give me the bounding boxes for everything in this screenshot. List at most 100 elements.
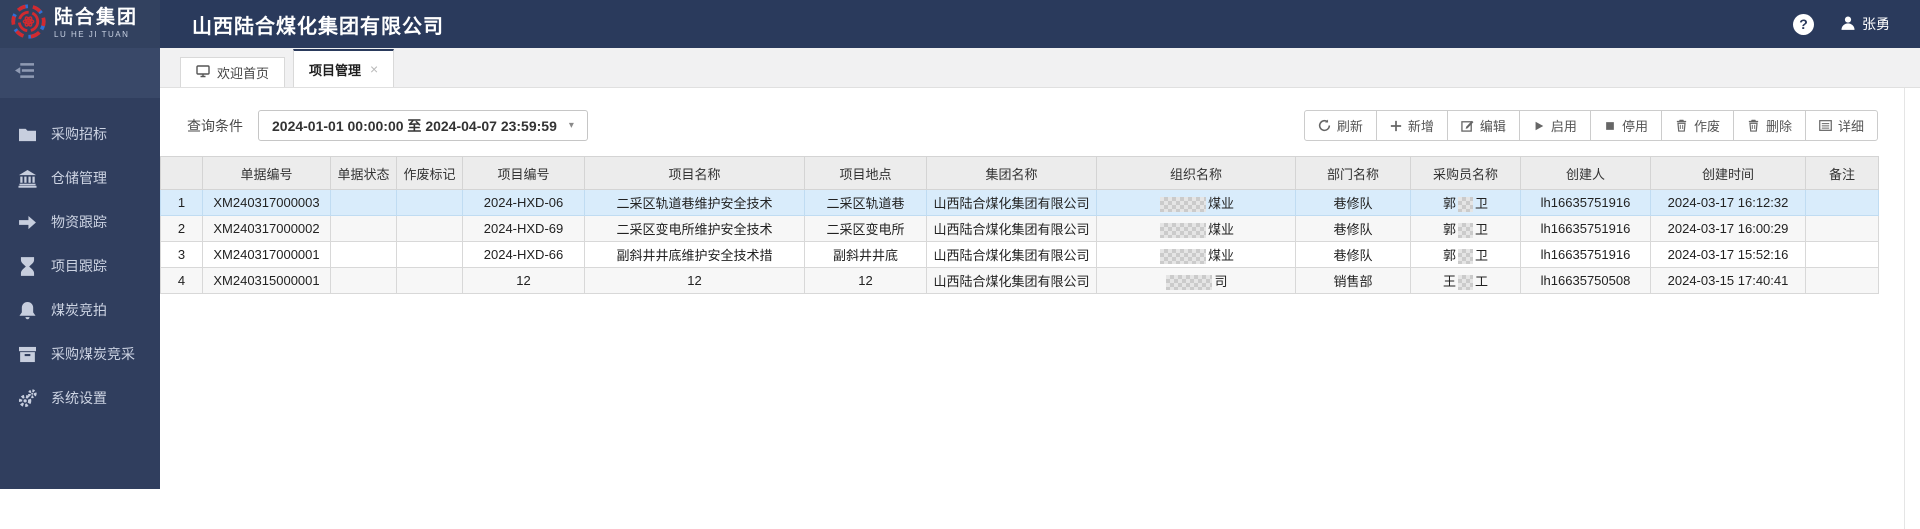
button-label: 停用: [1621, 119, 1648, 134]
void-button[interactable]: 作废: [1660, 110, 1734, 141]
play-icon: [1533, 120, 1545, 132]
refresh-button[interactable]: 刷新: [1303, 110, 1377, 141]
cell-void_flag: [396, 189, 463, 216]
cell-group_name: 山西陆合煤化集团有限公司: [926, 267, 1097, 294]
panel-divider: [1904, 88, 1905, 529]
sidebar-item-system-settings[interactable]: 系统设置: [0, 376, 160, 420]
edit-icon: [1461, 119, 1474, 132]
disable-button[interactable]: 停用: [1589, 110, 1662, 141]
tab-welcome[interactable]: 欢迎首页: [180, 57, 286, 87]
help-icon[interactable]: ?: [1793, 13, 1814, 35]
cell-num: 1: [160, 189, 203, 216]
cell-proj_loc: 副斜井井底: [804, 241, 927, 268]
redacted-text: [1458, 249, 1473, 265]
cell-org: 煤业: [1096, 241, 1296, 268]
cell-remark: [1805, 241, 1879, 268]
cell-creator: lh16635750508: [1520, 267, 1651, 294]
sidebar-item-project-tracking[interactable]: 项目跟踪: [0, 244, 160, 288]
button-label: 新增: [1407, 119, 1434, 134]
edit-button[interactable]: 编辑: [1446, 110, 1520, 141]
cell-org: 煤业: [1096, 215, 1296, 242]
cell-doc_status: [330, 241, 397, 268]
cell-creator: lh16635751916: [1520, 215, 1651, 242]
user-menu[interactable]: 张勇: [1840, 14, 1890, 34]
tab-project-management[interactable]: 项目管理 ×: [293, 49, 395, 87]
add-button[interactable]: 新增: [1375, 110, 1448, 141]
sidebar-item-warehouse-management[interactable]: 仓储管理: [0, 156, 160, 200]
gears-icon: [17, 388, 37, 408]
sidebar-item-label: 采购招标: [51, 126, 107, 142]
redacted-text: [1166, 275, 1213, 291]
redacted-text: [1458, 197, 1473, 213]
sidebar-item-label: 项目跟踪: [51, 258, 107, 274]
sidebar-item-label: 物资跟踪: [51, 214, 107, 230]
folder-icon: [17, 126, 37, 143]
tab-close-icon[interactable]: ×: [370, 61, 378, 77]
button-label: 编辑: [1479, 119, 1506, 134]
column-header: 单据状态: [330, 156, 397, 190]
cell-remark: [1805, 267, 1879, 294]
refresh-icon: [1318, 119, 1331, 132]
redacted-text: [1159, 197, 1206, 213]
cell-proj_name: 副斜井井底维护安全技术措: [584, 241, 805, 268]
sidebar-item-label: 仓储管理: [51, 170, 107, 186]
cell-creator: lh16635751916: [1520, 189, 1651, 216]
cell-proj_no: 2024-HXD-69: [462, 215, 585, 242]
column-header: 采购员名称: [1410, 156, 1521, 190]
table-row[interactable]: 4 XM240315000001 12 12 12 山西陆合煤化集团有限公司司销售部王工 l…: [160, 267, 1879, 294]
cell-num: 4: [160, 267, 203, 294]
content-panel: 查询条件 2024-01-01 00:00:00 至 2024-04-07 23…: [160, 88, 1920, 529]
cell-dept: 巷修队: [1295, 241, 1411, 268]
cell-buyer: 郭卫: [1410, 189, 1521, 216]
column-header: 创建时间: [1650, 156, 1806, 190]
cell-org: 煤业: [1096, 189, 1296, 216]
column-header: 创建人: [1520, 156, 1651, 190]
cell-group_name: 山西陆合煤化集团有限公司: [926, 241, 1097, 268]
column-header: 备注: [1805, 156, 1879, 190]
sidebar-item-coal-auction[interactable]: 煤炭竞拍: [0, 288, 160, 332]
table-row[interactable]: 3 XM240317000001 2024-HXD-66 副斜井井底维护安全技术措 副斜…: [160, 241, 1879, 268]
cell-void_flag: [396, 215, 463, 242]
button-label: 详细: [1837, 119, 1864, 134]
redacted-text: [1159, 249, 1206, 265]
logo-subtitle: LU HE JI TUAN: [54, 30, 130, 40]
trash-icon: [1747, 119, 1760, 132]
logo-title: 陆合集团: [54, 7, 139, 29]
cell-doc_no: XM240317000003: [202, 189, 331, 216]
cell-created: 2024-03-17 16:12:32: [1650, 189, 1806, 216]
sidebar-collapse-button[interactable]: [0, 48, 160, 98]
bank-icon: [17, 169, 37, 188]
sidebar-item-material-tracking[interactable]: 物资跟踪: [0, 200, 160, 244]
table-row[interactable]: 2 XM240317000002 2024-HXD-69 二采区变电所维护安全技术 二采…: [160, 215, 1879, 242]
cell-proj_no: 2024-HXD-06: [462, 189, 585, 216]
cell-remark: [1805, 215, 1879, 242]
stop-icon: [1604, 120, 1616, 132]
enable-button[interactable]: 启用: [1518, 110, 1591, 141]
cell-org: 司: [1096, 267, 1296, 294]
date-range-dropdown[interactable]: 2024-01-01 00:00:00 至 2024-04-07 23:59:5…: [258, 110, 588, 141]
sidebar-item-procurement-bidding[interactable]: 采购招标: [0, 112, 160, 156]
sidebar-item-label: 煤炭竞拍: [51, 302, 107, 318]
sidebar-item-coal-purchase-bidding[interactable]: 采购煤炭竞采: [0, 332, 160, 376]
cell-creator: lh16635751916: [1520, 241, 1651, 268]
cell-buyer: 王工: [1410, 267, 1521, 294]
cell-buyer: 郭卫: [1410, 241, 1521, 268]
cell-group_name: 山西陆合煤化集团有限公司: [926, 215, 1097, 242]
cell-doc_status: [330, 189, 397, 216]
detail-button[interactable]: 详细: [1804, 110, 1878, 141]
bell-icon: [17, 301, 37, 320]
cell-doc_status: [330, 267, 397, 294]
chevron-down-icon: ▾: [568, 120, 574, 131]
cell-proj_name: 二采区轨道巷维护安全技术: [584, 189, 805, 216]
cell-created: 2024-03-17 15:52:16: [1650, 241, 1806, 268]
table-row[interactable]: 1 XM240317000003 2024-HXD-06 二采区轨道巷维护安全技术 二采…: [160, 189, 1879, 216]
trash-icon: [1675, 119, 1688, 132]
toolbar: 刷新 新增 编辑 启用 停用 作废 删除 详细: [1303, 110, 1878, 141]
luhe-group-logo-icon: [10, 3, 47, 45]
cell-proj_no: 12: [462, 267, 585, 294]
column-header: 作废标记: [396, 156, 463, 190]
redacted-text: [1159, 223, 1206, 239]
button-label: 作废: [1693, 119, 1720, 134]
delete-button[interactable]: 删除: [1732, 110, 1806, 141]
page-title: 山西陆合煤化集团有限公司: [192, 15, 444, 38]
